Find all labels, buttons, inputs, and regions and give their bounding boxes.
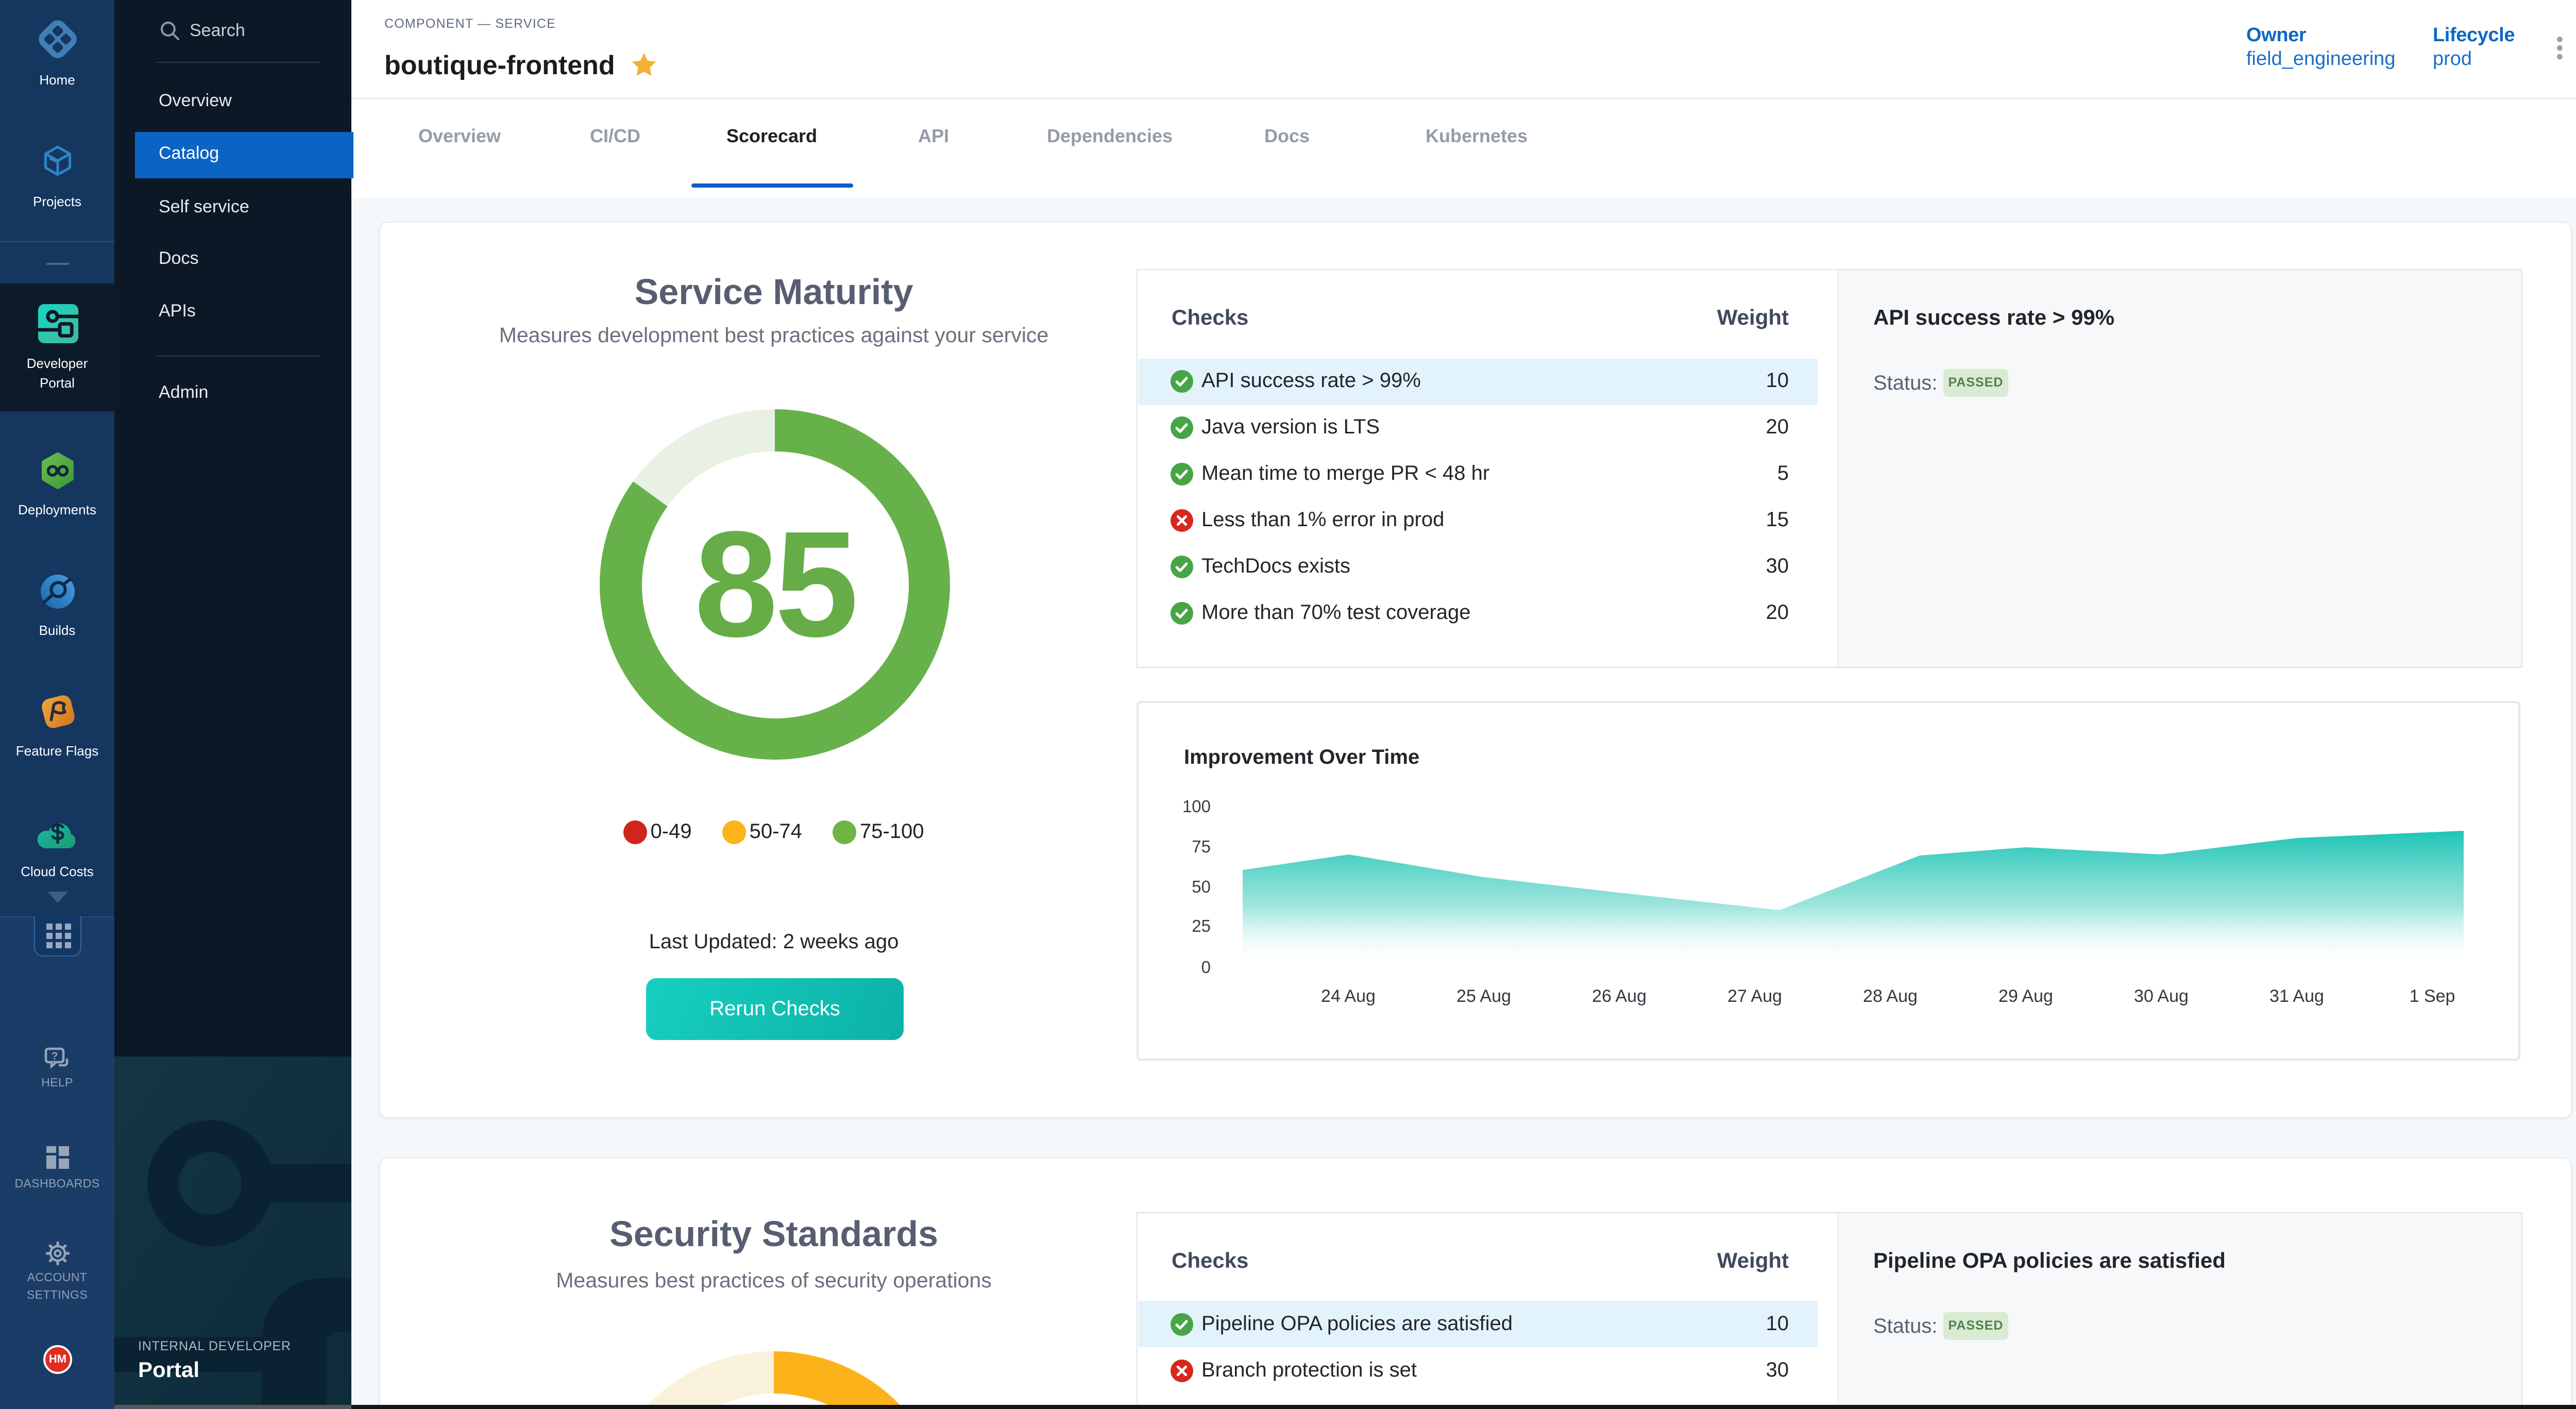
- svg-text:?: ?: [52, 1050, 58, 1062]
